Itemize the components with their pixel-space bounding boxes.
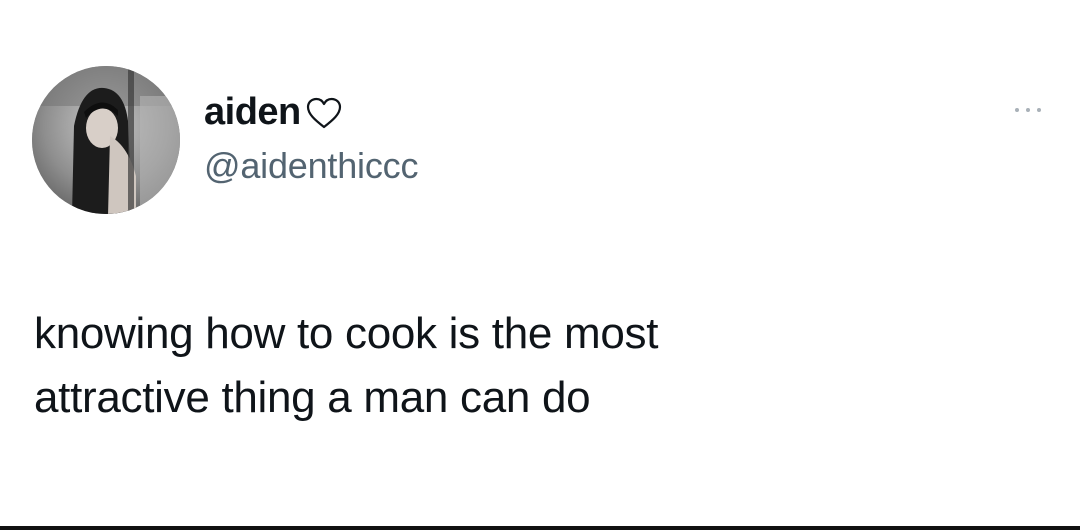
tweet-card: aiden @aidenthiccc knowing how to cook i… xyxy=(0,0,1080,528)
more-options-icon xyxy=(1015,108,1019,112)
avatar[interactable] xyxy=(32,66,180,214)
bottom-divider xyxy=(0,526,1080,530)
heart-outline-icon xyxy=(306,97,341,129)
tweet-text: knowing how to cook is the most attracti… xyxy=(34,302,1034,430)
more-options-icon xyxy=(1037,108,1041,112)
more-options-button[interactable] xyxy=(1000,96,1056,124)
tweet-text-line-1: knowing how to cook is the most xyxy=(34,309,659,358)
display-name[interactable]: aiden xyxy=(204,93,301,131)
tweet-text-line-2: attractive thing a man can do xyxy=(34,373,591,422)
user-handle[interactable]: @aidenthiccc xyxy=(204,148,418,184)
profile-photo-icon xyxy=(32,66,180,214)
display-name-row[interactable]: aiden xyxy=(204,88,343,136)
more-options-icon xyxy=(1026,108,1030,112)
